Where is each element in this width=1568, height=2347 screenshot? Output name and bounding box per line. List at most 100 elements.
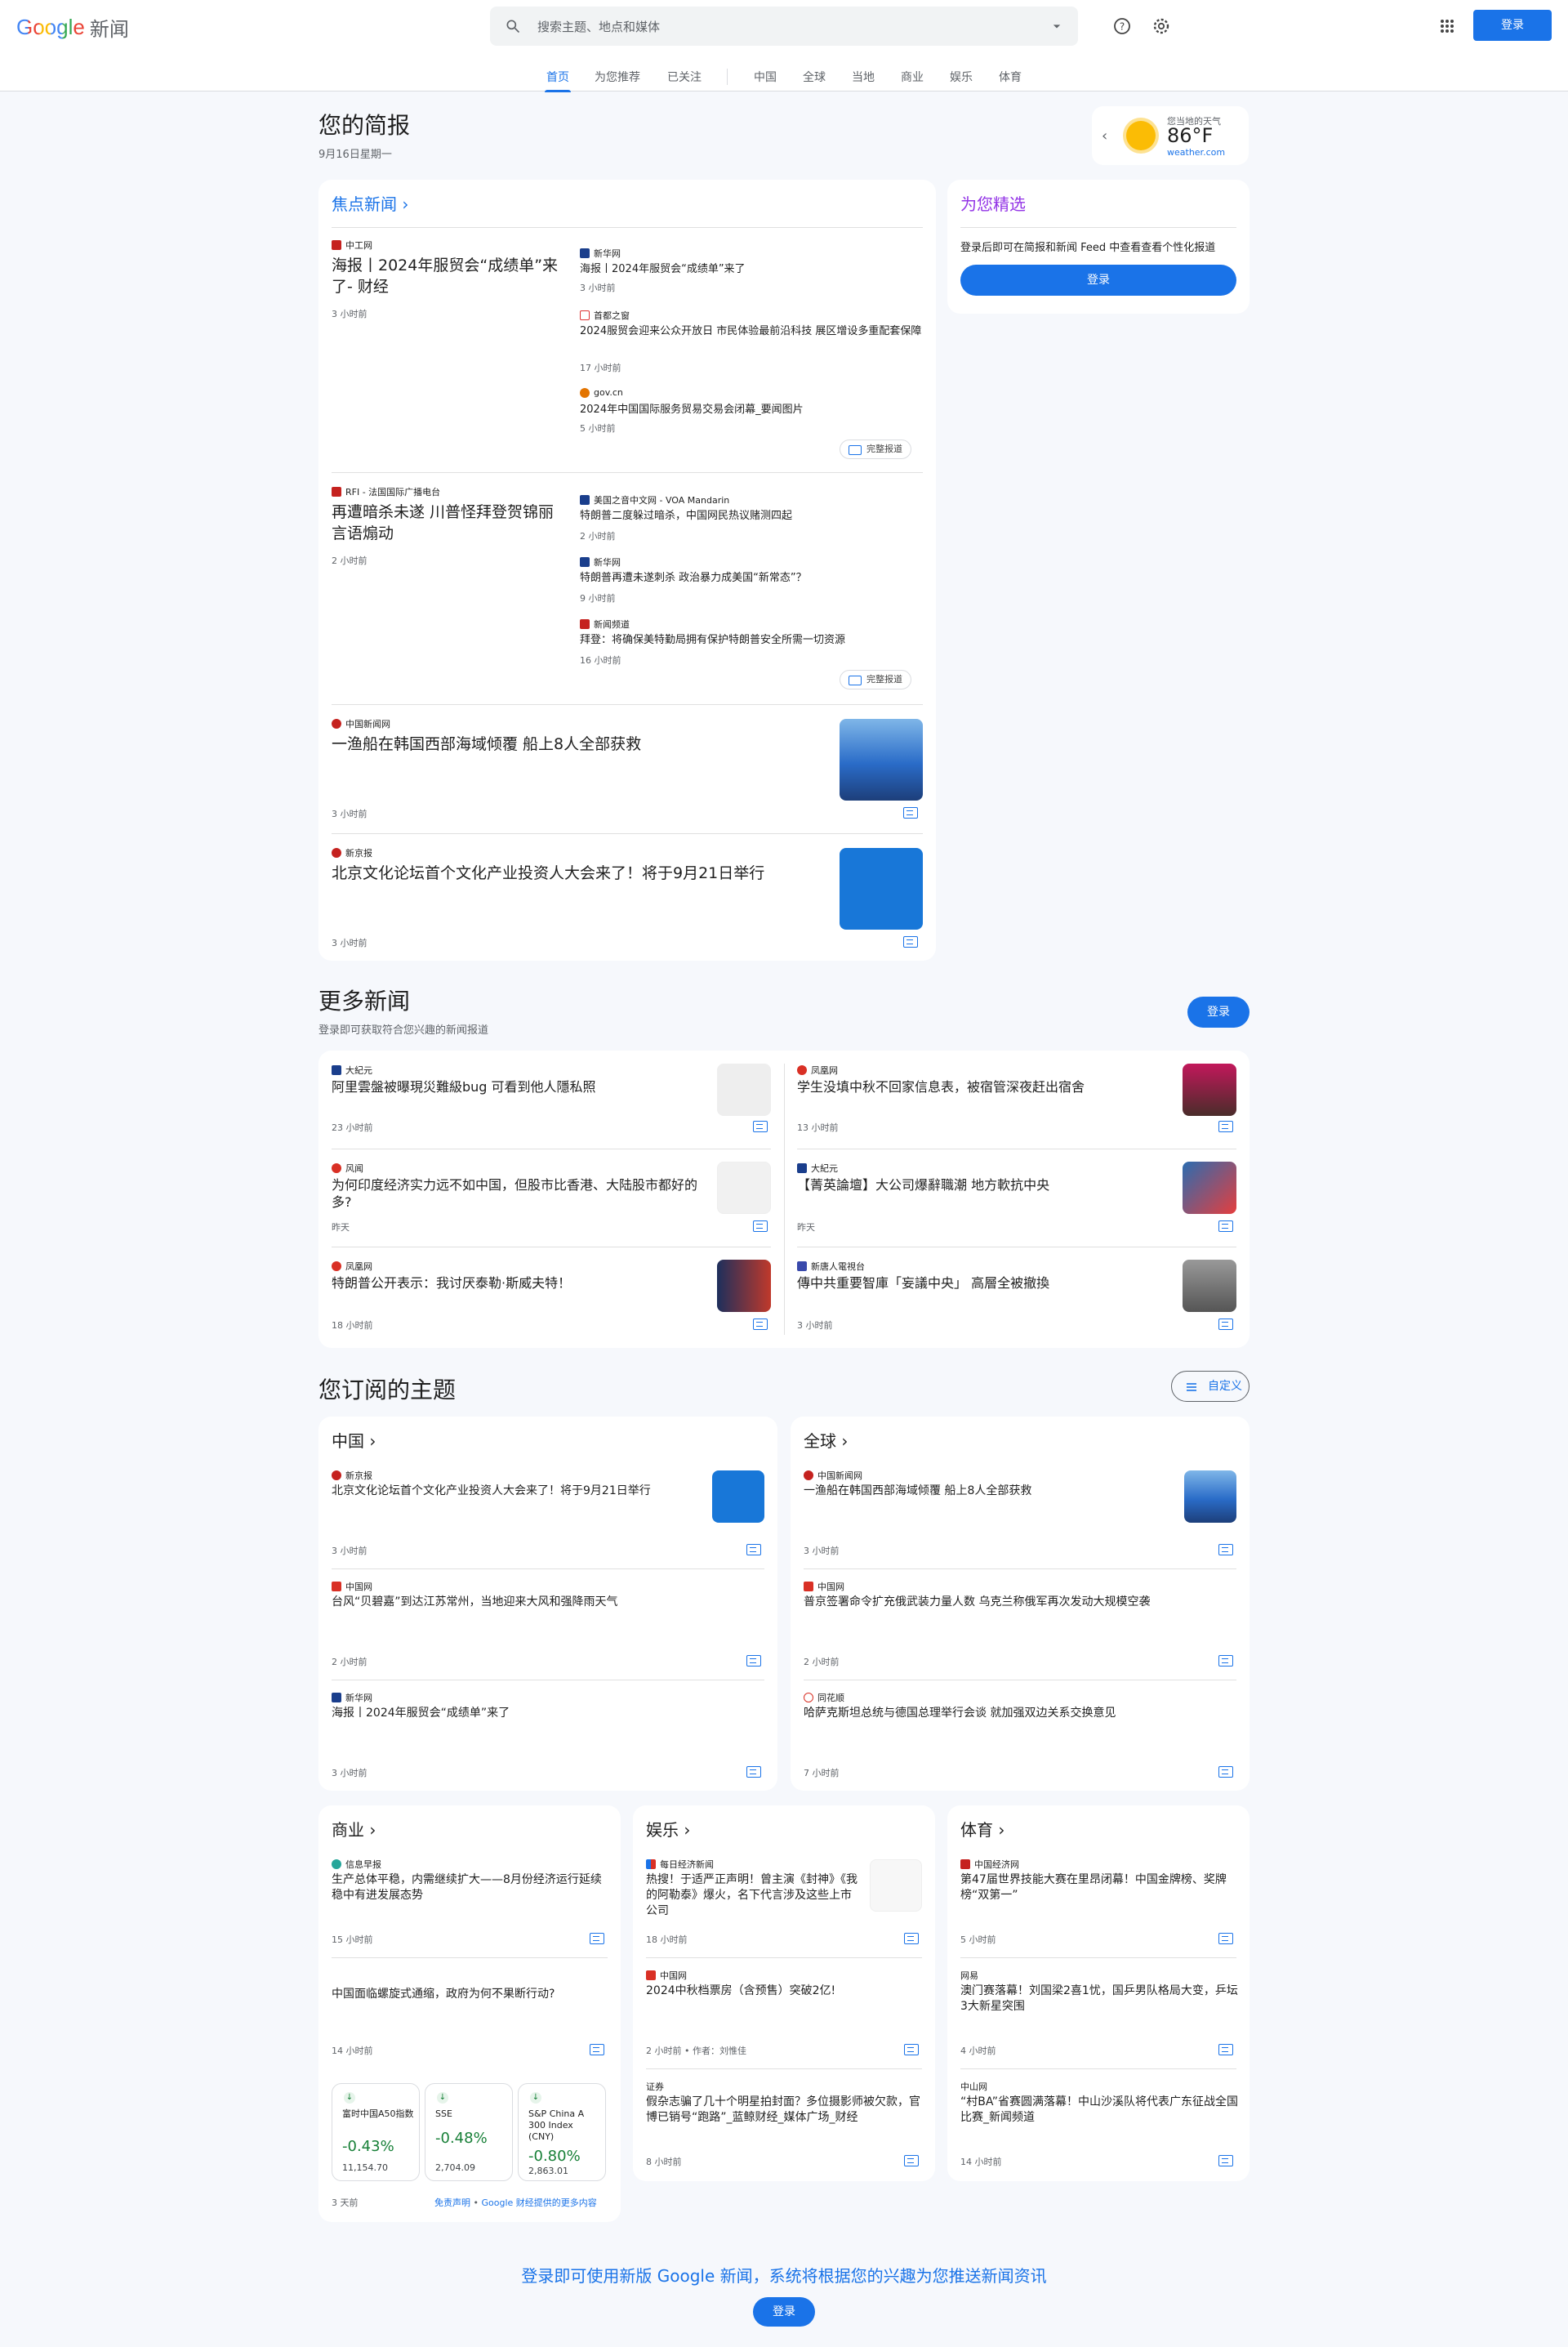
story-thumbnail[interactable] [717, 1162, 771, 1214]
headline[interactable]: 傳中共重要智庫「妄議中央」 高層全被撤換 [797, 1274, 1165, 1292]
story-thumbnail[interactable] [717, 1064, 771, 1116]
headline[interactable]: 热搜！于适严正声明！曾主演《封神》《我的阿勒泰》爆火，名下代言涉及这些上市公司 [646, 1872, 860, 1919]
headline[interactable]: 中国面临螺旋式通缩，政府为何不果断行动? [332, 1987, 568, 2002]
related-headline[interactable]: 海报丨2024年服贸会“成绩单”来了 [580, 261, 923, 277]
coverage-icon[interactable] [746, 1544, 761, 1555]
story-thumbnail[interactable] [1184, 1470, 1236, 1523]
headline[interactable]: “村BA”省赛圆满落幕！中山沙溪队将代表广东征战全国比赛_新闻频道 [960, 2095, 1238, 2126]
weather-source[interactable]: weather.com [1167, 147, 1225, 158]
search-bar[interactable]: 搜索主题、地点和媒体 [490, 7, 1078, 46]
coverage-icon[interactable] [1218, 1933, 1233, 1944]
tab-china[interactable]: 中国 [754, 69, 777, 85]
coverage-icon[interactable] [1218, 1766, 1233, 1778]
coverage-icon[interactable] [590, 2044, 604, 2055]
coverage-icon[interactable] [1218, 1655, 1233, 1667]
headline[interactable]: 一渔船在韩国西部海域倾覆 船上8人全部获救 [804, 1484, 1163, 1499]
headline[interactable]: 澳门赛落幕！刘国梁2喜1忧，国乒男队格局大变，乒坛3大新星突围 [960, 1983, 1238, 2015]
coverage-icon[interactable] [1218, 2155, 1233, 2166]
topic-link[interactable]: 中国 › [332, 1428, 376, 1452]
coverage-icon[interactable] [590, 1933, 604, 1944]
tab-for-you[interactable]: 为您推荐 [595, 69, 640, 85]
customize-button[interactable]: 自定义 [1171, 1371, 1250, 1402]
tab-business[interactable]: 商业 [901, 69, 924, 85]
chevron-left-icon[interactable]: ‹ [1102, 127, 1107, 145]
stock-card[interactable]: ↓ S&P China A 300 Index (CNY) -0.80% 2,8… [518, 2083, 606, 2181]
headline[interactable]: 哈萨克斯坦总统与德国总理举行会谈 就加强双边关系交换意见 [804, 1706, 1228, 1721]
headline[interactable]: 海报丨2024年服贸会“成绩单”来了 [332, 1706, 756, 1721]
headline[interactable]: 北京文化论坛首个文化产业投资人大会来了！将于9月21日举行 [332, 863, 822, 884]
story-thumbnail[interactable] [712, 1470, 764, 1523]
coverage-icon[interactable] [1218, 1544, 1233, 1555]
headline[interactable]: 生产总体平稳，内需继续扩大——8月份经济运行延续稳中有进发展态势 [332, 1872, 609, 1903]
headline[interactable]: 一渔船在韩国西部海域倾覆 船上8人全部获救 [332, 734, 822, 755]
timestamp: 3 小时前 [332, 938, 368, 948]
headline[interactable]: 【菁英論壇】大公司爆辭職潮 地方軟抗中央 [797, 1176, 1165, 1194]
coverage-icon[interactable] [1218, 2044, 1233, 2055]
footer-signin-button[interactable]: 登录 [753, 2297, 815, 2327]
headline[interactable]: 北京文化论坛首个文化产业投资人大会来了！将于9月21日举行 [332, 1484, 691, 1499]
coverage-icon[interactable] [1218, 1121, 1233, 1132]
more-news-signin-button[interactable]: 登录 [1187, 997, 1250, 1028]
google-news-logo[interactable]: Google 新闻 [16, 13, 129, 42]
headline[interactable]: 特朗普公开表示：我讨厌泰勒·斯威夫特！ [332, 1274, 699, 1292]
headline[interactable]: 第47届世界技能大赛在里昂闭幕！中国金牌榜、奖牌榜“双第一” [960, 1872, 1238, 1903]
related-headline[interactable]: 2024年中国国际服务贸易交易会闭幕_要闻图片 [580, 402, 923, 417]
topic-link[interactable]: 娱乐 › [646, 1817, 690, 1841]
headline[interactable]: 台风“贝碧嘉”到达江苏常州，当地迎来大风和强降雨天气 [332, 1595, 756, 1610]
stock-card[interactable]: ↓ SSE -0.48% 2,704.09 [425, 2083, 513, 2181]
story-thumbnail[interactable] [1183, 1162, 1236, 1214]
related-headline[interactable]: 拜登：将确保美特勤局拥有保护特朗普安全所需一切资源 [580, 632, 923, 648]
weather-widget[interactable]: ‹ 您当地的天气 86°F weather.com [1092, 106, 1249, 165]
tab-local[interactable]: 当地 [852, 69, 875, 85]
coverage-icon[interactable] [1218, 1319, 1233, 1330]
settings-icon[interactable] [1152, 16, 1171, 36]
dropdown-icon[interactable] [1049, 18, 1065, 34]
coverage-icon[interactable] [903, 936, 918, 948]
coverage-icon[interactable] [746, 1766, 761, 1778]
tab-entertainment[interactable]: 娱乐 [950, 69, 973, 85]
related-headline[interactable]: 特朗普再遭未遂刺杀 政治暴力成美国“新常态”？ [580, 570, 923, 586]
related-headline[interactable]: 特朗普二度躲过暗杀，中国网民热议赌测四起 [580, 508, 923, 524]
help-icon[interactable]: ? [1112, 16, 1132, 36]
headline[interactable]: 再遭暗杀未遂 川普怪拜登贺锦丽言语煽动 [332, 502, 560, 544]
headline[interactable]: 为何印度经济实力远不如中国，但股市比香港、大陆股市都好的多? [332, 1176, 699, 1211]
tab-home[interactable]: 首页 [545, 69, 571, 92]
story-thumbnail[interactable] [1183, 1064, 1236, 1116]
coverage-icon[interactable] [746, 1655, 761, 1667]
tab-following[interactable]: 已关注 [667, 69, 702, 85]
headline[interactable]: 假杂志骗了几十个明星拍封面？多位摄影师被欠款，官博已销号“跑路”_蓝鲸财经_媒体… [646, 2095, 924, 2126]
full-coverage-button[interactable]: 完整报道 [840, 440, 911, 459]
coverage-icon[interactable] [753, 1319, 768, 1330]
headline[interactable]: 海报丨2024年服贸会“成绩单”来了- 财经 [332, 255, 560, 297]
coverage-icon[interactable] [1218, 1220, 1233, 1232]
topic-link[interactable]: 商业 › [332, 1817, 376, 1841]
coverage-icon[interactable] [753, 1121, 768, 1132]
coverage-icon[interactable] [903, 807, 918, 819]
coverage-icon[interactable] [753, 1220, 768, 1232]
tab-world[interactable]: 全球 [803, 69, 826, 85]
headline[interactable]: 普京签署命令扩充俄武装力量人数 乌克兰称俄军再次发动大规模空袭 [804, 1595, 1228, 1610]
coverage-icon[interactable] [904, 2155, 919, 2166]
headline[interactable]: 学生没填中秋不回家信息表，被宿管深夜赶出宿舍 [797, 1078, 1165, 1095]
full-coverage-button[interactable]: 完整报道 [840, 670, 911, 689]
story-thumbnail[interactable] [1183, 1260, 1236, 1312]
google-finance-link[interactable]: Google 财经提供的更多内容 [481, 2198, 596, 2208]
topic-link[interactable]: 体育 › [960, 1817, 1004, 1841]
story-thumbnail[interactable] [870, 1859, 922, 1912]
apps-grid-icon[interactable] [1437, 16, 1457, 36]
coverage-icon[interactable] [904, 1933, 919, 1944]
signin-button[interactable]: 登录 [1473, 10, 1552, 41]
story-thumbnail[interactable] [840, 719, 923, 801]
stock-card[interactable]: ↓ 富时中国A50指数 -0.43% 11,154.70 [332, 2083, 420, 2181]
picks-signin-button[interactable]: 登录 [960, 265, 1236, 296]
top-stories-link[interactable]: 焦点新闻 › [332, 191, 408, 215]
story-thumbnail[interactable] [840, 848, 923, 930]
topic-link[interactable]: 全球 › [804, 1428, 848, 1452]
story-thumbnail[interactable] [717, 1260, 771, 1312]
tab-sports[interactable]: 体育 [999, 69, 1022, 85]
headline[interactable]: 阿里雲盤被曝現災難級bug 可看到他人隱私照 [332, 1078, 699, 1095]
related-headline[interactable]: 2024服贸会迎来公众开放日 市民体验最前沿科技 展区增设多重配套保障 [580, 323, 923, 339]
disclaimer-link[interactable]: 免责声明 [434, 2198, 470, 2208]
coverage-icon[interactable] [904, 2044, 919, 2055]
headline[interactable]: 2024中秋档票房（含预售）突破2亿! [646, 1983, 860, 1999]
